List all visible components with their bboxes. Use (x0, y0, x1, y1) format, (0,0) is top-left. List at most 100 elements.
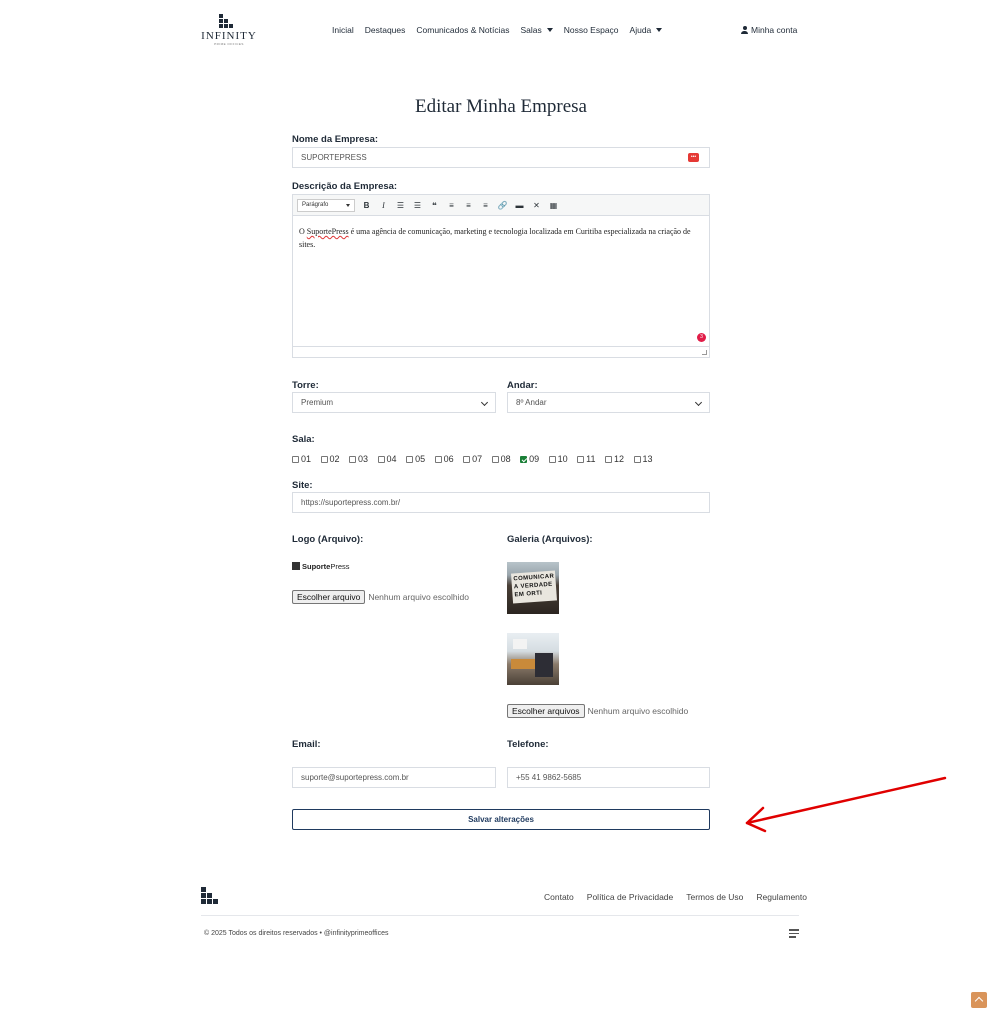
description-editor[interactable]: O SuportePress é uma agência de comunica… (292, 216, 710, 358)
password-manager-icon[interactable]: ••• (688, 153, 699, 162)
blockquote-icon[interactable]: ❝ (429, 201, 440, 210)
suportepress-logo-icon (292, 562, 300, 570)
site-logo[interactable]: INFINITY PRIME OFFICES (201, 14, 257, 46)
checkbox-icon[interactable] (406, 455, 414, 463)
bullet-list-icon[interactable]: ☰ (395, 201, 406, 210)
company-name-value: SUPORTEPRESS (301, 153, 367, 162)
room-checkbox-01[interactable]: 01 (292, 454, 311, 464)
site-input[interactable]: https://suportepress.com.br/ (292, 492, 710, 513)
gallery-image-2[interactable] (507, 633, 559, 685)
checkbox-icon[interactable] (320, 455, 328, 463)
gallery-label: Galeria (Arquivos): (507, 534, 593, 545)
menu-icon[interactable] (789, 929, 799, 939)
logo-mark-icon (195, 14, 257, 28)
room-checkbox-08[interactable]: 08 (491, 454, 511, 464)
room-checkbox-03[interactable]: 03 (349, 454, 368, 464)
nav-item-nosso-espaco[interactable]: Nosso Espaço (564, 25, 619, 35)
room-checkbox-05[interactable]: 05 (406, 454, 425, 464)
description-label: Descrição da Empresa: (292, 181, 398, 192)
checkbox-icon[interactable] (633, 455, 641, 463)
checkbox-icon[interactable] (349, 455, 357, 463)
read-more-icon[interactable]: ▬ (514, 201, 525, 210)
main-nav: Inicial Destaques Comunicados & Notícias… (332, 25, 663, 35)
footer-link-termos[interactable]: Termos de Uso (686, 892, 743, 902)
logo-label: Logo (Arquivo): (292, 534, 364, 545)
room-label: Sala: (292, 434, 315, 445)
checkbox-icon[interactable] (377, 455, 385, 463)
checkbox-icon[interactable] (548, 455, 556, 463)
gallery-file-input[interactable]: Escolher arquivos Nenhum arquivo escolhi… (507, 704, 688, 718)
tower-select[interactable]: Premium (292, 392, 496, 413)
room-checkbox-group: 01 02 03 04 05 06 07 08 09 10 11 12 13 (292, 454, 653, 464)
footer-divider (201, 915, 799, 916)
footer-logo-icon[interactable] (201, 887, 218, 904)
phone-label: Telefone: (507, 739, 549, 750)
nav-item-destaques[interactable]: Destaques (365, 25, 406, 35)
description-text-end: é uma agência de comunicação, marketing … (299, 227, 691, 249)
fullscreen-icon[interactable]: ✕ (531, 201, 542, 210)
gallery-choose-files-button[interactable]: Escolher arquivos (507, 704, 585, 718)
chevron-down-icon (656, 28, 663, 32)
email-field[interactable]: suporte@suportepress.com.br (292, 767, 496, 788)
nav-item-ajuda[interactable]: Ajuda (630, 25, 663, 35)
italic-icon[interactable]: I (378, 201, 389, 210)
bold-icon[interactable]: B (361, 201, 372, 210)
site-value: https://suportepress.com.br/ (301, 498, 401, 507)
checkbox-icon[interactable] (292, 455, 299, 463)
room-checkbox-12[interactable]: 12 (605, 454, 624, 464)
nav-item-ajuda-label: Ajuda (629, 25, 652, 35)
footer-link-contato[interactable]: Contato (544, 892, 574, 902)
gallery-image-1-sign: COMUNICAR A VERDADE EM ORTI (511, 570, 557, 604)
align-right-icon[interactable]: ≡ (480, 201, 491, 210)
footer-link-regulamento[interactable]: Regulamento (756, 892, 807, 902)
footer-link-privacidade[interactable]: Política de Privacidade (587, 892, 673, 902)
checkbox-icon[interactable] (605, 455, 612, 463)
nav-item-inicial[interactable]: Inicial (332, 25, 354, 35)
room-checkbox-label: 03 (358, 454, 369, 464)
room-checkbox-10[interactable]: 10 (548, 454, 568, 464)
checkbox-icon[interactable] (434, 455, 442, 463)
logo-brand-light: Press (330, 562, 350, 571)
tower-label: Torre: (292, 380, 319, 391)
floor-value: 8º Andar (516, 398, 547, 407)
room-checkbox-06[interactable]: 06 (434, 454, 454, 464)
checkbox-icon[interactable] (463, 455, 471, 463)
toolbar-toggle-icon[interactable]: ▦ (548, 201, 559, 210)
page-title: Editar Minha Empresa (414, 96, 587, 117)
logo-tagline: PRIME OFFICES (214, 42, 244, 46)
room-checkbox-label: 10 (557, 454, 568, 464)
phone-field[interactable]: +55 41 9862-5685 (507, 767, 710, 788)
description-text-start: O (299, 227, 307, 236)
grammar-badge[interactable]: 3 (697, 333, 706, 342)
room-checkbox-07[interactable]: 07 (463, 454, 482, 464)
align-center-icon[interactable]: ≡ (463, 201, 474, 210)
logo-file-input[interactable]: Escolher arquivo Nenhum arquivo escolhid… (292, 590, 469, 604)
room-checkbox-11[interactable]: 11 (577, 454, 596, 464)
company-name-input[interactable]: SUPORTEPRESS ••• (292, 147, 710, 168)
resize-handle-icon[interactable] (702, 350, 707, 355)
gallery-image-1[interactable]: COMUNICAR A VERDADE EM ORTI (507, 562, 559, 614)
link-icon[interactable]: 🔗 (497, 201, 508, 210)
format-select[interactable]: Parágrafo (297, 198, 355, 212)
align-left-icon[interactable]: ≡ (446, 201, 457, 210)
nav-item-salas[interactable]: Salas (520, 25, 553, 35)
footer-nav: Contato Política de Privacidade Termos d… (544, 892, 807, 902)
tower-value: Premium (301, 398, 334, 407)
room-checkbox-09[interactable]: 09 (520, 454, 539, 464)
account-label: Minha conta (751, 25, 798, 35)
checkbox-icon[interactable] (520, 455, 528, 463)
room-checkbox-13[interactable]: 13 (633, 454, 653, 464)
room-checkbox-02[interactable]: 02 (320, 454, 340, 464)
numbered-list-icon[interactable]: ☰ (412, 201, 423, 210)
save-button[interactable]: Salvar alterações (292, 809, 710, 830)
nav-item-comunicados[interactable]: Comunicados & Notícias (416, 25, 509, 35)
checkbox-icon[interactable] (491, 455, 499, 463)
room-checkbox-04[interactable]: 04 (377, 454, 397, 464)
checkbox-icon[interactable] (577, 455, 585, 463)
floor-select[interactable]: 8º Andar (507, 392, 710, 413)
editor-content[interactable]: O SuportePress é uma agência de comunica… (293, 216, 701, 260)
back-to-top-button[interactable] (971, 992, 987, 1008)
editor-statusbar (293, 346, 709, 357)
logo-choose-file-button[interactable]: Escolher arquivo (292, 590, 366, 604)
account-link[interactable]: Minha conta (741, 25, 797, 35)
